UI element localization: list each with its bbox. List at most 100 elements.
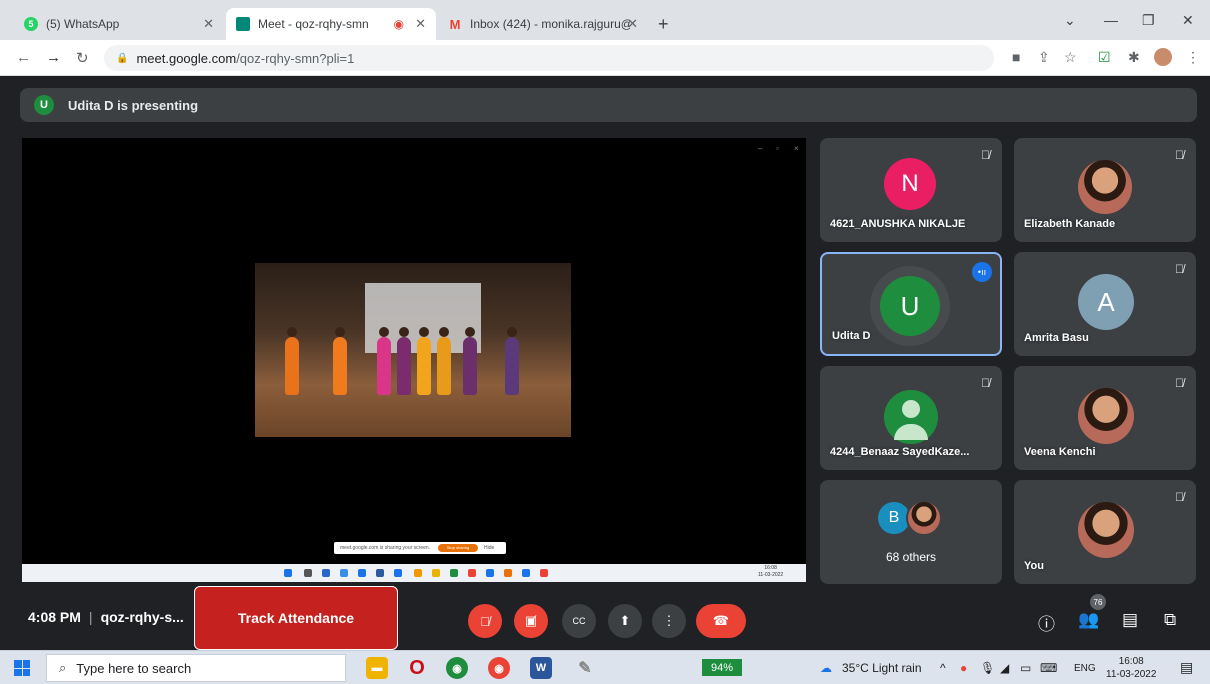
battery-indicator[interactable]: 94%: [702, 659, 742, 676]
chevron-up-icon[interactable]: ^: [940, 661, 946, 675]
dancer: [377, 327, 391, 395]
participant-name: 4244_Benaaz SayedKaze...: [830, 446, 970, 458]
participant-photo: [906, 500, 942, 536]
others-tile[interactable]: B 68 others: [820, 480, 1002, 584]
track-attendance-button[interactable]: Track Attendance: [194, 586, 398, 650]
camera-icon[interactable]: ■: [1012, 49, 1020, 65]
extension-check-icon[interactable]: ☑: [1098, 49, 1111, 66]
chat-icon[interactable]: ▤: [1122, 610, 1138, 630]
more-options-icon[interactable]: ⋮: [652, 604, 686, 638]
file-explorer-icon[interactable]: ▬: [366, 657, 388, 679]
participant-tile-speaking[interactable]: •ıı U Udita D: [820, 252, 1002, 356]
url-host: meet.google.com: [136, 50, 237, 66]
taskbar-search-input[interactable]: ⌕ Type here to search: [46, 654, 346, 682]
mic-icon[interactable]: 🎙: [980, 661, 995, 675]
battery-icon[interactable]: ▭: [1020, 661, 1031, 675]
opera-icon[interactable]: O: [406, 657, 428, 679]
captions-icon[interactable]: CC: [562, 604, 596, 638]
hang-up-icon[interactable]: ☎: [696, 604, 746, 638]
app-icon: [432, 569, 440, 577]
tab-label: Meet - qoz-rqhy-smn: [258, 17, 369, 31]
self-tile[interactable]: 🎙̸ You: [1014, 480, 1196, 584]
back-icon[interactable]: ←: [16, 49, 31, 66]
clock-time: 16:08: [1118, 656, 1144, 667]
participant-tile[interactable]: 🎙̸ Elizabeth Kanade: [1014, 138, 1196, 242]
windows-taskbar: ⌕ Type here to search ▬ O ◉ ◉ W ✎ 94% ☁ …: [0, 650, 1210, 684]
share-text: meet.google.com is sharing your screen.: [340, 545, 431, 551]
participant-name: Veena Kenchi: [1024, 446, 1096, 458]
dance-video-frame: [255, 263, 571, 437]
recording-icon: ◉: [393, 17, 404, 31]
camera-off-icon[interactable]: ▣̸: [514, 604, 548, 638]
close-tab-icon[interactable]: ✕: [203, 16, 214, 32]
mic-off-icon[interactable]: 🎙̸: [468, 604, 502, 638]
taskbar-clock[interactable]: 16:08 11-03-2022: [1106, 655, 1156, 681]
more-menu-icon[interactable]: ⋮: [1186, 49, 1200, 66]
participant-tile[interactable]: 🎙̸ 4244_Benaaz SayedKaze...: [820, 366, 1002, 470]
minimize-icon[interactable]: —: [1104, 12, 1118, 28]
word-icon[interactable]: W: [530, 657, 552, 679]
close-tab-icon[interactable]: ✕: [627, 16, 638, 32]
app-icon: [340, 569, 348, 577]
bookmark-star-icon[interactable]: ☆: [1064, 49, 1077, 66]
present-screen-icon[interactable]: ⬆: [608, 604, 642, 638]
activities-icon[interactable]: ⧉: [1164, 610, 1176, 630]
search-placeholder: Type here to search: [76, 660, 192, 676]
tab-label: Inbox (424) - monika.rajguru@st: [470, 17, 630, 31]
chrome-profile-icon[interactable]: ◉: [488, 657, 510, 679]
dancer: [417, 327, 431, 395]
weather-icon: ☁: [820, 661, 832, 675]
chrome-icon[interactable]: ◉: [446, 657, 468, 679]
hide-button: Hide: [484, 545, 495, 551]
tab-meet[interactable]: Meet - qoz-rqhy-smn ◉ ✕: [226, 8, 436, 40]
presenter-avatar: U: [34, 95, 54, 115]
participant-tile[interactable]: 🎙̸ A Amrita Basu: [1014, 252, 1196, 356]
meeting-info-icon[interactable]: ⓘ: [1038, 610, 1055, 635]
close-tab-icon[interactable]: ✕: [415, 16, 426, 32]
mini-sharing-banner: meet.google.com is sharing your screen. …: [334, 542, 506, 554]
mic-off-icon: 🎙̸: [981, 376, 990, 390]
minimize-icon: –: [758, 144, 763, 153]
network-icon[interactable]: ◢: [1000, 661, 1009, 675]
forward-icon[interactable]: →: [46, 49, 61, 66]
tab-gmail[interactable]: M Inbox (424) - monika.rajguru@st ✕: [438, 8, 648, 40]
dancer: [333, 327, 347, 395]
app-icon: [414, 569, 422, 577]
people-count-badge: 76: [1090, 594, 1106, 610]
clock-date: 11-03-2022: [1106, 669, 1157, 680]
participant-tile[interactable]: 🎙̸ Veena Kenchi: [1014, 366, 1196, 470]
weather-text[interactable]: 35°C Light rain: [842, 661, 922, 675]
antivirus-icon[interactable]: ●: [960, 661, 967, 675]
close-icon: ×: [794, 144, 799, 153]
profile-avatar[interactable]: [1154, 48, 1172, 66]
tab-search-icon[interactable]: ⌄: [1064, 12, 1076, 29]
participant-name: Udita D: [832, 330, 871, 342]
participant-tile[interactable]: 🎙̸ N 4621_ANUSHKA NIKALJE: [820, 138, 1002, 242]
reload-icon[interactable]: ↻: [76, 49, 89, 67]
participant-avatar: A: [1078, 274, 1134, 330]
url-field[interactable]: 🔒 meet.google.com /qoz-rqhy-smn?pli=1: [104, 45, 994, 71]
participant-photo: [1078, 388, 1134, 444]
mic-off-icon: 🎙̸: [1175, 490, 1184, 504]
presenting-banner: U Udita D is presenting: [20, 88, 1197, 122]
notifications-icon[interactable]: ▤: [1180, 659, 1193, 676]
restore-icon: ▫: [776, 144, 779, 153]
paint-icon[interactable]: ✎: [574, 657, 596, 679]
mini-clock: 16:08 11-03-2022: [758, 565, 783, 579]
extensions-puzzle-icon[interactable]: ✱: [1128, 49, 1140, 66]
participant-photo: [1078, 160, 1132, 214]
participant-avatar: N: [884, 158, 936, 210]
mic-off-icon: 🎙̸: [1175, 148, 1184, 162]
tab-whatsapp[interactable]: 5 (5) WhatsApp ✕: [14, 8, 224, 40]
people-icon[interactable]: 👥: [1078, 610, 1099, 630]
close-window-icon[interactable]: ✕: [1182, 12, 1194, 29]
meeting-controls-bar: 4:08 PM | qoz-rqhy-s... Track Attendance 🎙…: [0, 586, 1210, 650]
windows-start-icon[interactable]: [14, 660, 30, 676]
presenting-label: Udita D is presenting: [68, 97, 199, 113]
language-indicator[interactable]: ENG: [1074, 663, 1096, 674]
restore-icon[interactable]: ❐: [1142, 12, 1155, 29]
new-tab-button[interactable]: +: [658, 14, 669, 35]
share-icon[interactable]: ⇪: [1038, 49, 1050, 66]
others-count: 68 others: [885, 550, 937, 564]
keyboard-icon[interactable]: ⌨: [1040, 661, 1057, 675]
